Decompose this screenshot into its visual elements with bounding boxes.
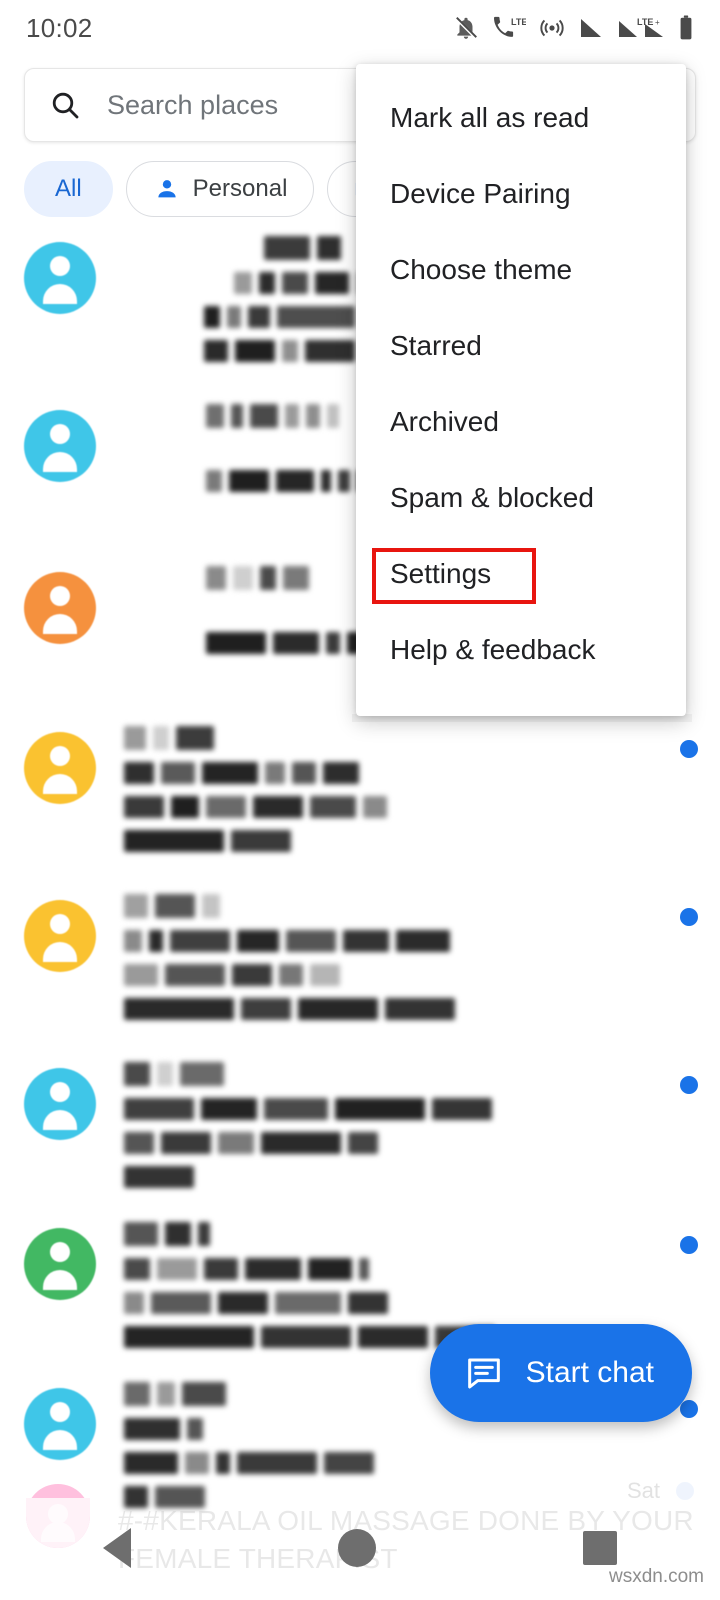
chip-personal-label: Personal (192, 175, 288, 202)
menu-item-mark-all-as-read[interactable]: Mark all as read (356, 80, 686, 156)
watermark: wsxdn.com (608, 1566, 704, 1587)
conversation-meta (688, 566, 698, 580)
unread-indicator (680, 740, 698, 758)
conversation-snippet-redacted (124, 1098, 654, 1120)
avatar (24, 1388, 96, 1460)
avatar (24, 1068, 96, 1140)
conversation-snippet-redacted (124, 1258, 654, 1280)
conversation-title-redacted (124, 894, 654, 918)
unread-indicator (680, 1076, 698, 1094)
hotspot-icon (539, 15, 565, 41)
conversation-snippet-redacted (124, 830, 654, 852)
menu-item-label: Starred (390, 330, 482, 361)
menu-item-spam-and-blocked[interactable]: Spam & blocked (356, 460, 686, 536)
app-screen: 10:02 LTE LTE + Search places All Person… (0, 0, 720, 1600)
avatar (24, 732, 96, 804)
start-chat-button[interactable]: Start chat (429, 1324, 692, 1422)
conversation-snippet-redacted (124, 964, 654, 986)
conversation-snippet-redacted (124, 998, 654, 1020)
avatar (24, 1228, 96, 1300)
signal-bars-icon (578, 16, 604, 40)
conversation-meta (654, 726, 698, 758)
menu-item-choose-theme[interactable]: Choose theme (356, 232, 686, 308)
status-bar-clock: 10:02 (26, 12, 93, 43)
chip-personal[interactable]: Personal (125, 161, 315, 217)
avatar (26, 1484, 90, 1548)
conversation-snippet-redacted (124, 1132, 654, 1154)
conversation-meta (654, 894, 698, 926)
status-bar-icons: LTE LTE + (453, 15, 694, 41)
list-item[interactable] (0, 712, 720, 880)
conversation-time: Sat (626, 1478, 660, 1503)
lte-plus-signal-icon: LTE + (617, 16, 665, 40)
conversation-meta (688, 236, 698, 250)
conversation-meta (654, 1222, 698, 1254)
bottom-conversation-meta: Sat (627, 1478, 694, 1504)
menu-item-label: Settings (390, 558, 492, 589)
battery-icon (678, 15, 694, 41)
start-chat-label: Start chat (525, 1356, 654, 1389)
conversation-title-redacted (124, 1062, 654, 1086)
notifications-off-icon (453, 15, 479, 41)
avatar (24, 242, 96, 314)
menu-item-label: Spam & blocked (390, 482, 594, 513)
list-item[interactable] (0, 880, 720, 1048)
conversation-snippet-redacted (124, 762, 654, 784)
menu-item-settings[interactable]: Settings (356, 536, 686, 612)
menu-item-label: Mark all as read (390, 102, 590, 133)
menu-item-help-and-feedback[interactable]: Help & feedback (356, 612, 686, 688)
chip-all-label: All (55, 175, 82, 202)
svg-text:LTE: LTE (511, 17, 526, 27)
conversation-meta (654, 1062, 698, 1094)
conversation-meta (688, 404, 698, 418)
unread-indicator (676, 1482, 694, 1500)
menu-item-label: Choose theme (390, 254, 573, 285)
menu-item-device-pairing[interactable]: Device Pairing (356, 156, 686, 232)
menu-item-archived[interactable]: Archived (356, 384, 686, 460)
conversation-snippet-redacted (124, 930, 654, 952)
chip-all[interactable]: All (24, 161, 113, 217)
conversation-text (96, 894, 654, 1032)
avatar (24, 900, 96, 972)
avatar (24, 410, 96, 482)
conversation-title-redacted (124, 726, 654, 750)
conversation-snippet-redacted (124, 1292, 654, 1314)
search-icon (49, 89, 81, 121)
conversation-snippet-redacted (124, 1452, 621, 1474)
svg-text:+: + (655, 18, 660, 27)
search-input-placeholder[interactable]: Search places (107, 90, 278, 121)
conversation-text (96, 726, 654, 864)
menu-item-starred[interactable]: Starred (356, 308, 686, 384)
unread-indicator (680, 1236, 698, 1254)
menu-item-label: Device Pairing (390, 178, 571, 209)
conversation-snippet-redacted (124, 796, 654, 818)
lte-call-icon: LTE (492, 15, 526, 41)
menu-item-label: Help & feedback (390, 634, 596, 665)
conversation-text (96, 1062, 654, 1200)
unread-indicator (680, 908, 698, 926)
avatar (24, 572, 96, 644)
conversation-title-redacted (124, 1222, 654, 1246)
message-icon (464, 1353, 504, 1393)
status-bar: 10:02 LTE LTE + (0, 0, 720, 56)
unread-indicator (680, 1400, 698, 1418)
overflow-menu[interactable]: Mark all as read Device Pairing Choose t… (356, 64, 686, 716)
person-icon (153, 175, 181, 203)
list-item[interactable] (0, 1048, 720, 1208)
conversation-snippet-redacted (124, 1166, 654, 1188)
menu-item-label: Archived (390, 406, 499, 437)
